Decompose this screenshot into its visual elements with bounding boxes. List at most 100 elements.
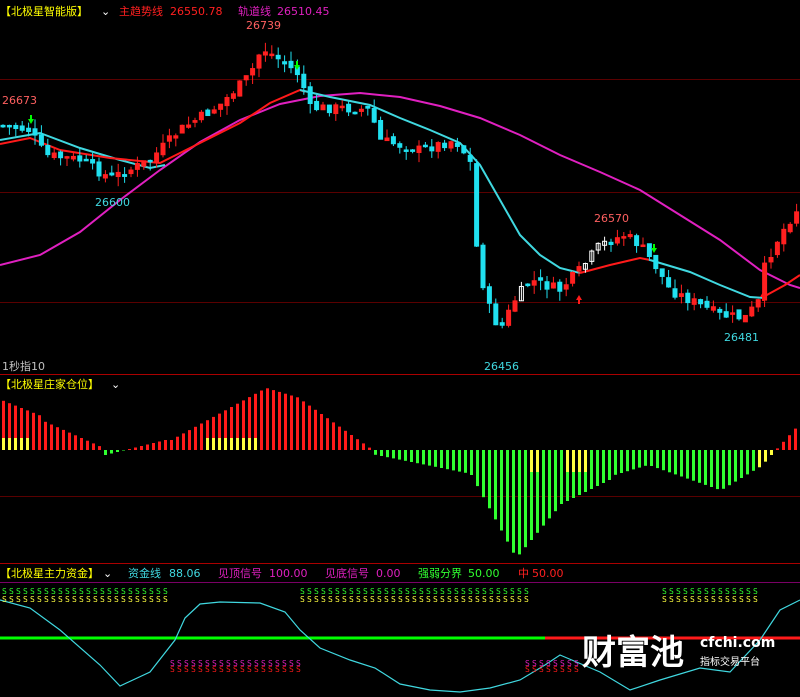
watermark-logo: 财富池 cfchi.com 指标交易平台 <box>582 633 775 673</box>
signal-marker: S <box>226 665 231 674</box>
histogram-bar <box>668 450 671 473</box>
signal-marker: S <box>704 595 709 604</box>
candle-body <box>678 293 684 297</box>
histogram-bar <box>410 450 413 462</box>
signal-marker: S <box>405 595 410 604</box>
candle-body <box>109 172 115 176</box>
signal-marker: S <box>170 665 175 674</box>
histogram-bar <box>788 435 791 450</box>
candle-body <box>70 155 76 160</box>
chevron-down-icon[interactable]: ⌄ <box>111 378 120 391</box>
histogram-bar-highlight <box>224 438 227 450</box>
indicator-title-fund[interactable]: 【北极星主力资金】 <box>0 566 99 580</box>
histogram-bar-highlight <box>566 450 569 472</box>
candle-body <box>685 292 691 304</box>
histogram-bar <box>596 450 599 486</box>
candle-body <box>205 109 211 117</box>
signal-marker: S <box>219 665 224 674</box>
histogram-bar <box>308 405 311 450</box>
histogram-bar-highlight <box>572 450 575 472</box>
signal-marker: S <box>58 595 63 604</box>
signal-marker: S <box>296 665 301 674</box>
signal-marker: S <box>676 595 681 604</box>
candle-body <box>115 171 121 178</box>
signal-marker: S <box>268 665 273 674</box>
histogram-bar <box>122 450 125 451</box>
indicator-title-position[interactable]: 【北极星庄家仓位】 <box>0 377 99 391</box>
signal-marker: S <box>289 665 294 674</box>
chevron-down-icon[interactable]: ⌄ <box>103 567 112 580</box>
signal-marker: S <box>16 595 21 604</box>
indicator-title-smart[interactable]: 【北极星智能版】 <box>0 4 88 18</box>
signal-marker: S <box>328 595 333 604</box>
chevron-down-icon[interactable]: ⌄ <box>101 5 110 18</box>
histogram-bar <box>158 441 161 450</box>
histogram-bar <box>590 450 593 489</box>
candle-body <box>275 54 281 60</box>
signal-marker: S <box>398 595 403 604</box>
strength-label: 强弱分界 <box>418 567 462 580</box>
signal-marker: S <box>370 595 375 604</box>
strength-value: 50.00 <box>468 567 500 580</box>
candle-body <box>301 73 307 89</box>
signal-marker: S <box>433 595 438 604</box>
histogram-bar <box>794 428 797 450</box>
histogram-bar <box>272 390 275 450</box>
signal-marker: S <box>377 595 382 604</box>
histogram-bar <box>68 432 71 450</box>
histogram-bar <box>200 423 203 450</box>
candle-body <box>717 308 723 313</box>
histogram-bar <box>506 450 509 542</box>
histogram-bar <box>56 427 59 450</box>
trend-line-down <box>299 89 581 274</box>
candle-body <box>262 51 268 56</box>
candle-body <box>346 103 352 113</box>
candle-body <box>160 142 166 156</box>
signal-marker: S <box>254 665 259 674</box>
signal-marker: S <box>135 595 140 604</box>
candle-body <box>397 143 403 148</box>
histogram-bar <box>140 446 143 450</box>
histogram-bar <box>194 426 197 450</box>
moving-average-lines <box>0 88 800 299</box>
histogram-bar <box>650 450 653 466</box>
track-value: 26510.45 <box>277 5 330 18</box>
candle-body <box>38 134 44 146</box>
low3-label: 26481 <box>724 331 759 344</box>
candle-body <box>365 105 371 109</box>
signal-marker: S <box>9 595 14 604</box>
candle-body <box>58 151 64 159</box>
candle-body <box>557 281 563 292</box>
low2-label: 26456 <box>484 360 519 373</box>
signal-marker: S <box>384 595 389 604</box>
candle-body <box>774 241 780 256</box>
candle-body <box>256 54 262 69</box>
candle-body <box>736 309 742 320</box>
candle-body <box>64 156 70 159</box>
signal-marker: S <box>23 595 28 604</box>
candle-body <box>749 306 755 317</box>
signal-marker: S <box>683 595 688 604</box>
candle-body <box>77 155 83 162</box>
histogram-bar <box>74 435 77 450</box>
candle-body <box>512 300 518 312</box>
histogram-bar <box>626 450 629 472</box>
signal-marker: S <box>121 595 126 604</box>
histogram-bar <box>50 424 53 450</box>
histogram-bar <box>356 439 359 450</box>
histogram-bar <box>746 450 749 475</box>
candle-body <box>634 235 640 247</box>
candle-body <box>755 299 761 308</box>
histogram-bar <box>380 450 383 456</box>
signal-marker: S <box>275 665 280 674</box>
signal-marker: S <box>142 595 147 604</box>
candle-body <box>461 145 467 154</box>
histogram-bar <box>422 450 425 465</box>
signal-marker: S <box>342 595 347 604</box>
histogram-bar <box>548 450 551 519</box>
signal-marker: S <box>300 595 305 604</box>
signal-marker: S <box>30 595 35 604</box>
signal-marker: S <box>560 665 565 674</box>
histogram-bar <box>728 450 731 486</box>
signal-marker: S <box>525 665 530 674</box>
